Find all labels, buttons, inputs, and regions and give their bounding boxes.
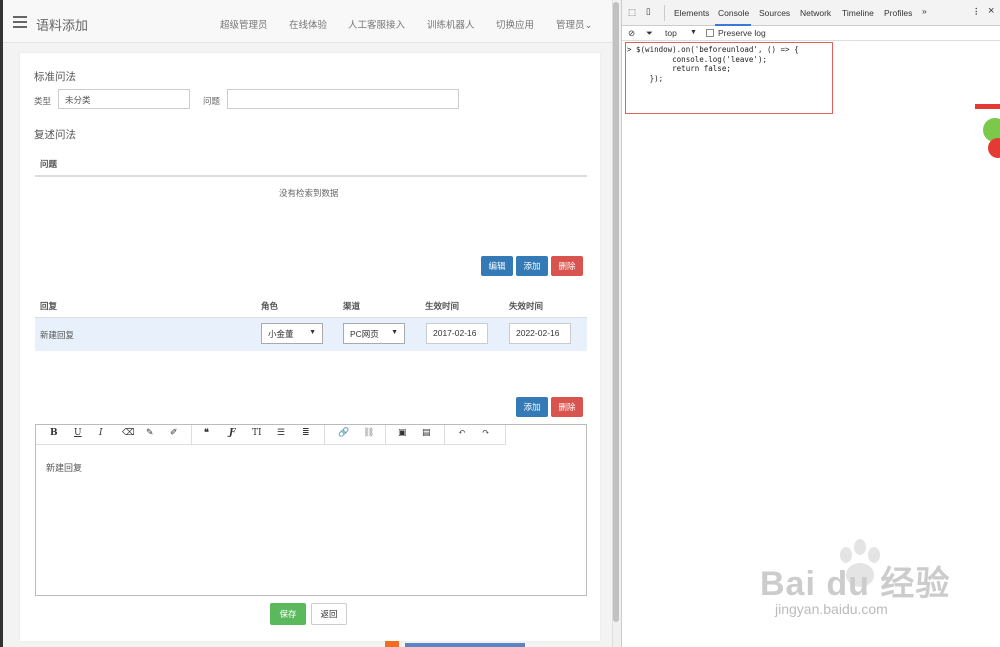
empty-message: 没有检索到数据 bbox=[279, 188, 339, 198]
nav-online-trial[interactable]: 在线体验 bbox=[289, 17, 327, 31]
nav-super-admin[interactable]: 超级管理员 bbox=[220, 17, 268, 31]
video-icon[interactable]: ▣ bbox=[398, 428, 407, 438]
hamburger-menu-icon[interactable] bbox=[13, 16, 27, 28]
context-dropdown-arrow-icon[interactable]: ▼ bbox=[690, 29, 697, 36]
delete-paraphrase-button[interactable]: 删除 bbox=[551, 256, 583, 276]
image-icon[interactable]: ▤ bbox=[422, 428, 431, 438]
more-tabs-icon[interactable]: » bbox=[922, 6, 927, 16]
tab-profiles[interactable]: Profiles bbox=[884, 8, 912, 18]
quote-icon[interactable]: ❝ bbox=[204, 428, 209, 438]
reply-cell: 新建回复 bbox=[40, 330, 75, 340]
tab-sources[interactable]: Sources bbox=[759, 8, 790, 18]
toolbar-divider bbox=[385, 425, 386, 445]
underline-button[interactable]: U bbox=[74, 428, 82, 438]
toolbar-divider bbox=[191, 425, 192, 445]
reply-col-start: 生效时间 bbox=[425, 301, 460, 311]
tab-network[interactable]: Network bbox=[800, 8, 831, 18]
redo-icon[interactable]: ↷ bbox=[482, 428, 490, 438]
reply-col-end: 失效时间 bbox=[509, 301, 544, 311]
toolbar-divider bbox=[324, 425, 325, 445]
nav-train-robot[interactable]: 训练机器人 bbox=[427, 17, 475, 31]
close-icon[interactable]: × bbox=[988, 5, 994, 17]
top-navbar: 语料添加 超级管理员 在线体验 人工客服接入 训练机器人 切换应用 管理员⌄ bbox=[3, 0, 612, 43]
channel-select[interactable]: PC网页 ▼ bbox=[343, 323, 405, 344]
pen-icon[interactable]: ✎ bbox=[146, 428, 154, 438]
device-toggle-icon[interactable]: ▯ bbox=[646, 6, 651, 17]
ul-icon[interactable]: ☰ bbox=[277, 428, 285, 438]
console-code[interactable]: > $(window).on('beforeunload', () => { c… bbox=[627, 45, 799, 83]
preserve-log-label: Preserve log bbox=[718, 28, 766, 38]
bold-button[interactable]: B bbox=[50, 428, 58, 438]
page-title: 语料添加 bbox=[36, 18, 89, 33]
paraphrase-col-question: 问题 bbox=[40, 159, 58, 169]
link-icon[interactable]: 🔗 bbox=[338, 428, 349, 438]
dropdown-arrow-icon: ▼ bbox=[391, 329, 398, 336]
clear-console-icon[interactable]: ⊘ bbox=[628, 28, 635, 39]
watermark-brand: Bai du 经验 bbox=[760, 565, 951, 603]
toolbar-divider bbox=[444, 425, 445, 445]
reply-col-reply: 回复 bbox=[40, 301, 58, 311]
table-header-divider bbox=[35, 175, 587, 177]
add-reply-button[interactable]: 添加 bbox=[516, 397, 548, 417]
paraphrase-heading: 复述问法 bbox=[34, 129, 76, 141]
question-input[interactable] bbox=[227, 89, 459, 109]
devtools-panel: ⬚ ▯ Elements Console Sources Network Tim… bbox=[621, 0, 1000, 647]
delete-reply-button[interactable]: 删除 bbox=[551, 397, 583, 417]
nav-admin-label: 管理员 bbox=[556, 20, 585, 31]
channel-value: PC网页 bbox=[350, 329, 379, 339]
chevron-down-icon: ⌄ bbox=[584, 20, 593, 31]
table-row[interactable]: 新建回复 小金董 ▼ PC网页 ▼ 2017-02-16 2022-02-16 bbox=[35, 318, 587, 351]
watermark-url: jingyan.baidu.com bbox=[775, 601, 888, 617]
tab-console[interactable]: Console bbox=[718, 8, 749, 18]
standard-heading: 标准问法 bbox=[34, 71, 76, 83]
rich-text-editor[interactable]: B U I ⌫ ✎ ✐ ❝ Ƒ TI ☰ ≣ 🔗 ⛓ ▣ ▤ ↶ ↷ 新建回复 bbox=[35, 424, 587, 596]
reply-col-channel: 渠道 bbox=[343, 301, 361, 311]
editor-content[interactable]: 新建回复 bbox=[46, 461, 82, 474]
app-window: 语料添加 超级管理员 在线体验 人工客服接入 训练机器人 切换应用 管理员⌄ 标… bbox=[0, 0, 612, 647]
save-button[interactable]: 保存 bbox=[270, 603, 306, 625]
nav-admin-dropdown[interactable]: 管理员⌄ bbox=[556, 17, 592, 31]
kebab-menu-icon[interactable]: ⋮ bbox=[972, 6, 981, 17]
floating-toolbar-strip[interactable] bbox=[385, 641, 530, 647]
reply-col-role: 角色 bbox=[261, 301, 279, 311]
console-toolbar bbox=[622, 26, 1000, 41]
filter-icon[interactable]: ⏷ bbox=[646, 28, 653, 39]
brush-icon[interactable]: ✐ bbox=[170, 428, 178, 438]
back-button[interactable]: 返回 bbox=[311, 603, 347, 625]
unlink-icon[interactable]: ⛓ bbox=[363, 428, 374, 438]
editor-toolbar: B U I ⌫ ✎ ✐ ❝ Ƒ TI ☰ ≣ 🔗 ⛓ ▣ ▤ ↶ ↷ bbox=[36, 425, 506, 445]
content-panel: 标准问法 类型 未分类 问题 复述问法 问题 没有检索到数据 编辑 添加 删除 … bbox=[19, 52, 601, 642]
clear-format-icon[interactable]: Ƒ bbox=[229, 428, 235, 438]
dropdown-arrow-icon: ▼ bbox=[309, 329, 316, 336]
tab-timeline[interactable]: Timeline bbox=[842, 8, 874, 18]
question-label: 问题 bbox=[203, 96, 221, 106]
preserve-log-checkbox[interactable] bbox=[706, 29, 714, 37]
tab-divider bbox=[664, 5, 665, 21]
type-input[interactable]: 未分类 bbox=[58, 89, 190, 109]
start-date-input[interactable]: 2017-02-16 bbox=[426, 323, 488, 344]
ol-icon[interactable]: ≣ bbox=[302, 428, 310, 438]
role-select[interactable]: 小金董 ▼ bbox=[261, 323, 323, 344]
edit-button[interactable]: 编辑 bbox=[481, 256, 513, 276]
tab-elements[interactable]: Elements bbox=[674, 8, 709, 18]
eraser-icon[interactable]: ⌫ bbox=[122, 428, 135, 438]
undo-icon[interactable]: ↶ bbox=[458, 428, 466, 438]
ad-badge-icon[interactable] bbox=[975, 100, 1000, 170]
text-size-icon[interactable]: TI bbox=[252, 428, 262, 438]
devtools-tabbar: ⬚ ▯ Elements Console Sources Network Tim… bbox=[622, 0, 1000, 26]
inspect-icon[interactable]: ⬚ bbox=[628, 7, 636, 18]
add-paraphrase-button[interactable]: 添加 bbox=[516, 256, 548, 276]
end-date-input[interactable]: 2022-02-16 bbox=[509, 323, 571, 344]
type-label: 类型 bbox=[34, 96, 52, 106]
scrollbar-thumb[interactable] bbox=[613, 2, 619, 622]
role-value: 小金董 bbox=[268, 329, 294, 339]
context-select[interactable]: top bbox=[665, 28, 677, 38]
nav-human-service[interactable]: 人工客服接入 bbox=[348, 17, 405, 31]
italic-button[interactable]: I bbox=[99, 428, 103, 438]
nav-switch-app[interactable]: 切换应用 bbox=[496, 17, 534, 31]
